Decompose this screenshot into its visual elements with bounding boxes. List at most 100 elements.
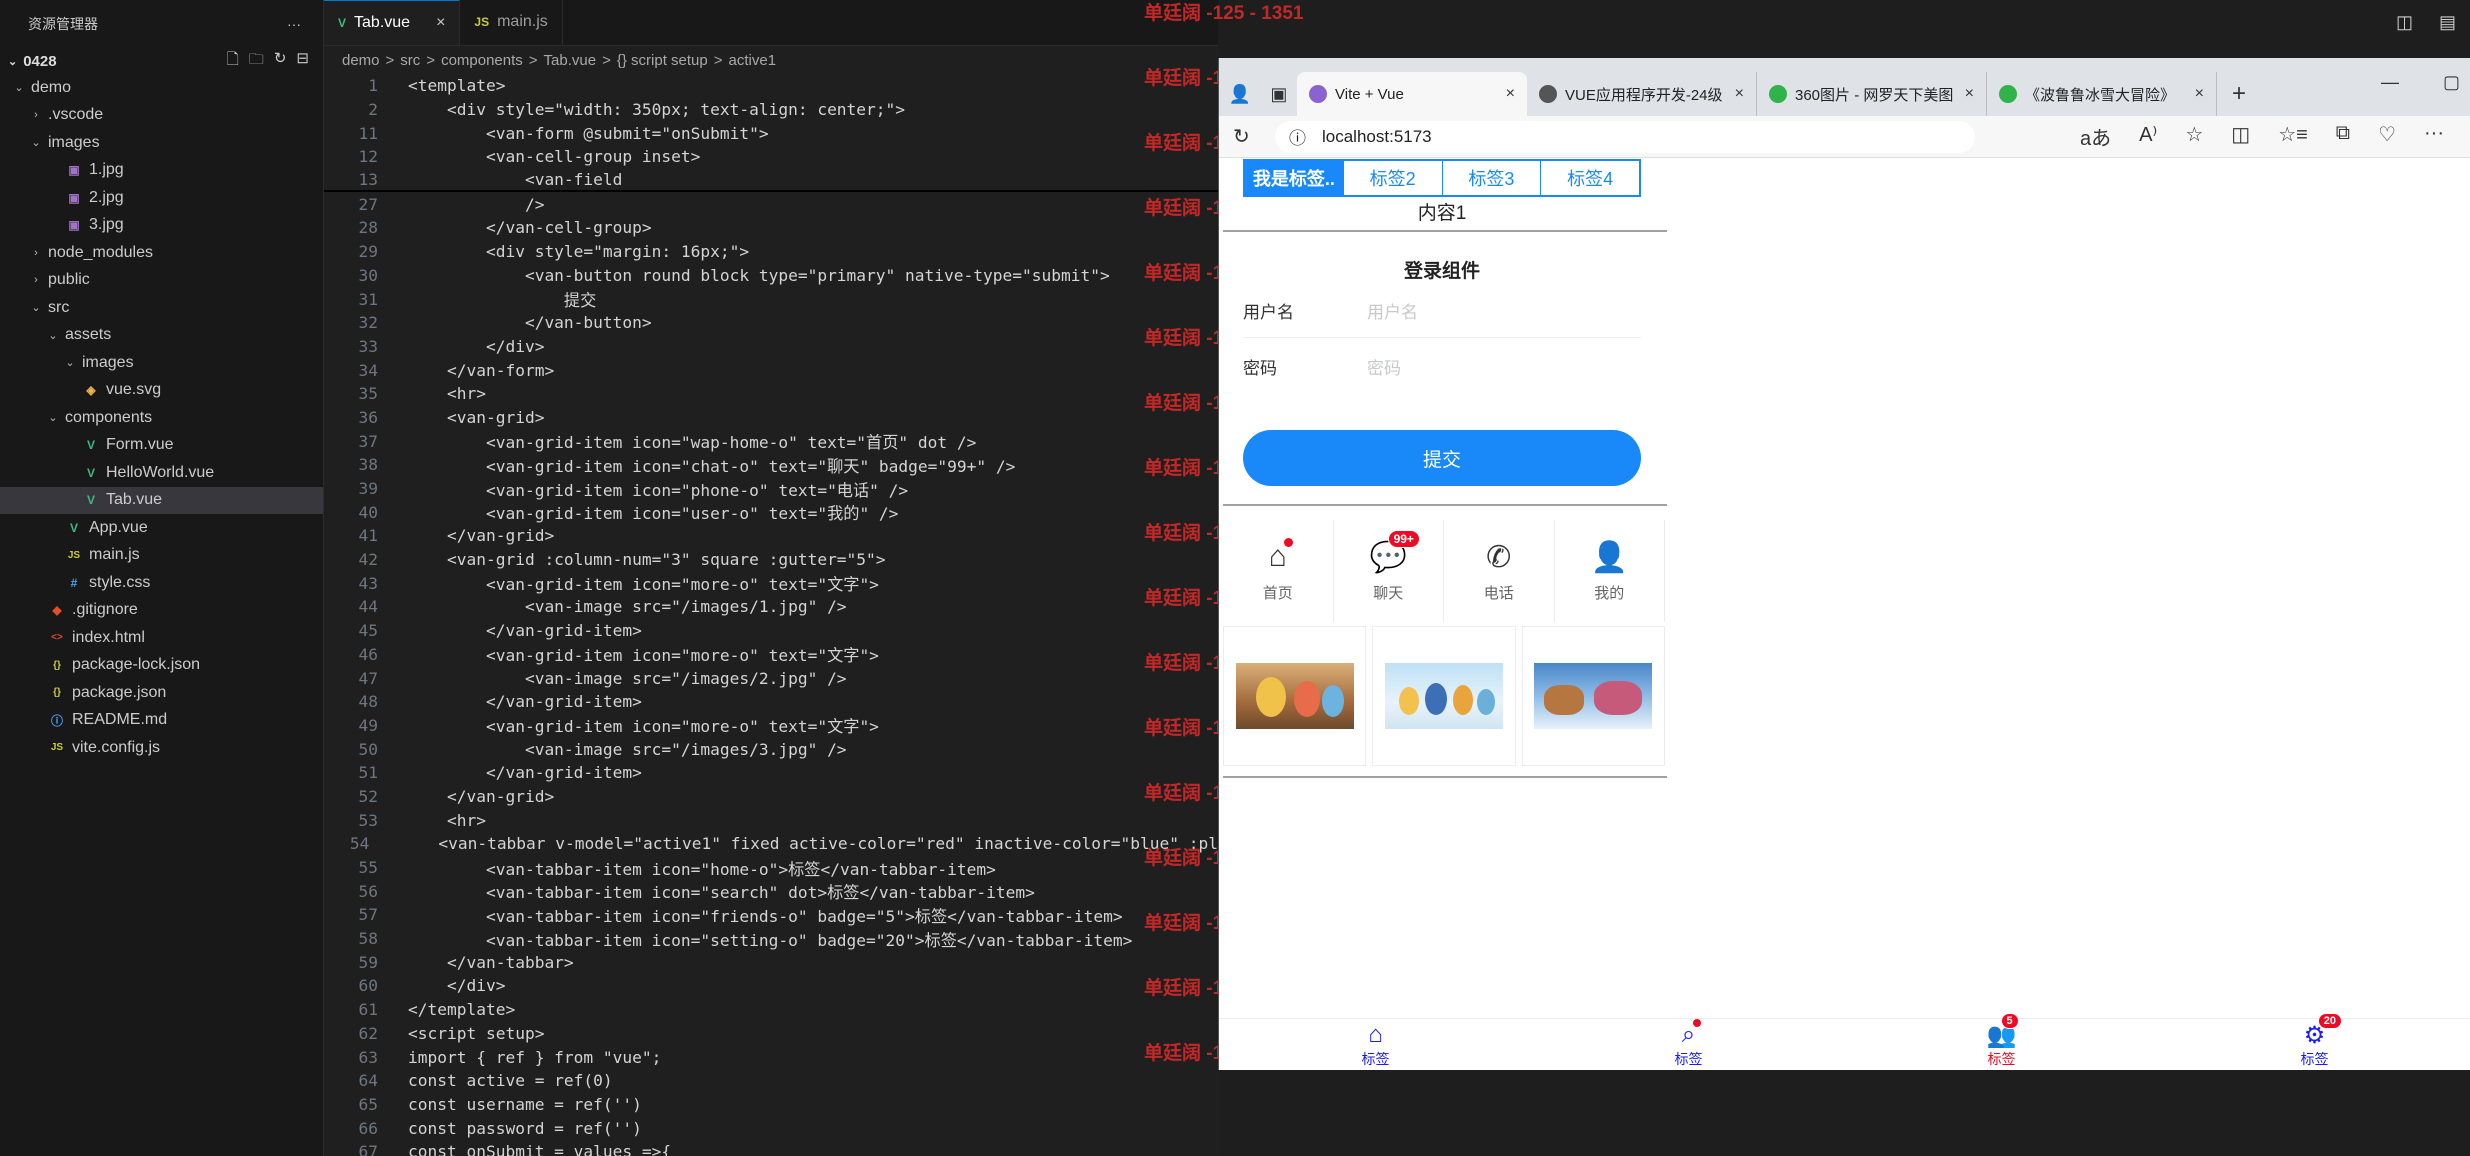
breadcrumb-item[interactable]: Tab.vue: [544, 52, 597, 69]
collapse-all-icon[interactable]: ⊟: [296, 49, 309, 74]
tree-item[interactable]: V App.vue: [0, 514, 323, 542]
tabbar-label: 标签: [2300, 1050, 2329, 1067]
browser-window: 👤 ▣ Vite + Vue × VUE应用程序开发-24级 × 360图片 - 网罗天…: [1218, 58, 2470, 1070]
tree-item[interactable]: V Form.vue: [0, 432, 323, 460]
tabbar-item[interactable]: ⌂ 标签: [1219, 1019, 1532, 1070]
tree-item[interactable]: ⌄ assets: [0, 322, 323, 350]
tree-item[interactable]: # style.css: [0, 569, 323, 597]
editor-tab[interactable]: V Tab.vue ×: [324, 0, 461, 45]
username-input[interactable]: 用户名: [1367, 298, 1418, 323]
breadcrumb-item[interactable]: components: [441, 52, 523, 69]
code-line: 29 <div style="margin: 16px;">: [324, 240, 1218, 264]
tree-item[interactable]: ▣ 2.jpg: [0, 184, 323, 212]
close-tab-icon[interactable]: ×: [1506, 85, 1515, 103]
tree-item[interactable]: ⌄ images: [0, 349, 323, 377]
grid-item[interactable]: 💬 99+ 聊天: [1334, 520, 1444, 622]
submit-button[interactable]: 提交: [1243, 430, 1641, 486]
site-info-icon[interactable]: ⓘ: [1289, 124, 1306, 149]
grid-item[interactable]: 👤 我的: [1555, 520, 1665, 622]
browser-tab[interactable]: Vite + Vue ×: [1297, 72, 1527, 116]
tabbar-item[interactable]: ⚙ 20 标签: [2158, 1012, 2470, 1070]
code-area[interactable]: 1 <template> 2 <div style="width: 350px; t…: [324, 74, 1218, 1156]
close-tab-icon[interactable]: ×: [2195, 85, 2204, 103]
tree-item[interactable]: {} package-lock.json: [0, 652, 323, 680]
browser-tab[interactable]: 360图片 - 网罗天下美图 ×: [1757, 72, 1987, 116]
favicon-icon: [1309, 85, 1327, 103]
new-folder-icon[interactable]: 🗀: [249, 49, 264, 74]
tree-item[interactable]: V Tab.vue: [0, 486, 323, 514]
van-tab[interactable]: 标签4: [1540, 161, 1639, 195]
line-number: 13: [358, 170, 379, 190]
toolbar-icon[interactable]: ⧉: [2336, 122, 2350, 151]
tab-actions-icon[interactable]: ▣: [1270, 84, 1287, 105]
close-tab-icon[interactable]: ×: [1735, 85, 1744, 103]
breadcrumb-item[interactable]: demo: [342, 52, 380, 69]
breadcrumb-item[interactable]: active1: [729, 52, 777, 69]
line-text: <van-tabbar v-model="active1" fixed acti…: [399, 834, 1218, 854]
tree-item[interactable]: ⓘ README.md: [0, 707, 323, 735]
password-input[interactable]: 密码: [1367, 354, 1401, 379]
project-root[interactable]: ⌄ 0428 🗋 🗀 ↻ ⊟: [0, 48, 323, 74]
refresh-icon[interactable]: ↻: [274, 49, 287, 74]
breadcrumb-separator: >: [426, 51, 436, 69]
tree-item[interactable]: › .vscode: [0, 102, 323, 130]
password-field[interactable]: 密码 密码: [1243, 339, 1641, 393]
tree-item[interactable]: ⌄ images: [0, 129, 323, 157]
toolbar-icon[interactable]: ☆≡: [2278, 122, 2308, 151]
new-file-icon[interactable]: 🗋: [227, 49, 239, 74]
username-field[interactable]: 用户名 用户名: [1243, 284, 1641, 338]
tree-item[interactable]: ⌄ src: [0, 294, 323, 322]
grid-item-image-3[interactable]: [1521, 626, 1665, 766]
tree-item[interactable]: ◆ .gitignore: [0, 597, 323, 625]
tree-item[interactable]: JS vite.config.js: [0, 734, 323, 762]
toolbar-icon[interactable]: aあ: [2080, 122, 2111, 151]
tree-item[interactable]: ◈ vue.svg: [0, 377, 323, 405]
more-layout-icon[interactable]: ▤: [2439, 12, 2456, 33]
split-layout-icon[interactable]: ◫: [2396, 12, 2413, 33]
van-tab[interactable]: 标签3: [1441, 161, 1541, 195]
browser-tab[interactable]: 《波鲁鲁冰雪大冒险》 ×: [1987, 72, 2217, 116]
van-tab[interactable]: 标签2: [1342, 161, 1442, 195]
tree-item[interactable]: › public: [0, 267, 323, 295]
breadcrumb-item[interactable]: {} script setup: [617, 52, 708, 69]
grid-item-image-1[interactable]: [1223, 626, 1367, 766]
grid-item[interactable]: ✆ 电话: [1444, 520, 1555, 622]
close-tab-icon[interactable]: ×: [1965, 85, 1974, 103]
grid-item[interactable]: ⌂ 首页: [1223, 520, 1334, 622]
tabbar-item[interactable]: 👥 5 标签: [1845, 1012, 2158, 1070]
grid-item-image-2[interactable]: [1372, 626, 1516, 766]
toolbar-icon[interactable]: ◫: [2231, 122, 2250, 151]
tree-item[interactable]: ⌄ components: [0, 404, 323, 432]
tree-item[interactable]: ⌄ demo: [0, 74, 323, 102]
toolbar-icon[interactable]: ♡: [2378, 122, 2396, 151]
editor-tab[interactable]: JS main.js: [460, 0, 563, 45]
tree-item[interactable]: JS main.js: [0, 542, 323, 570]
vue-file-icon: V: [86, 493, 95, 508]
tree-item[interactable]: <> index.html: [0, 624, 323, 652]
toolbar-icon[interactable]: ···: [2424, 122, 2444, 151]
van-tab[interactable]: 我是标签..: [1245, 161, 1343, 195]
minimize-button[interactable]: —: [2381, 72, 2399, 93]
tree-item[interactable]: ▣ 3.jpg: [0, 212, 323, 240]
tree-item[interactable]: {} package.json: [0, 679, 323, 707]
address-bar[interactable]: ⓘ localhost:5173: [1275, 120, 1975, 153]
tree-item[interactable]: V HelloWorld.vue: [0, 459, 323, 487]
close-icon[interactable]: ×: [436, 14, 445, 32]
maximize-button[interactable]: ▢: [2443, 72, 2460, 93]
more-actions-icon[interactable]: ···: [287, 16, 301, 32]
tree-item[interactable]: › node_modules: [0, 239, 323, 267]
new-tab-button[interactable]: +: [2217, 72, 2261, 116]
browser-tab[interactable]: VUE应用程序开发-24级 ×: [1527, 72, 1757, 116]
tree-item-label: .vscode: [48, 106, 104, 124]
tree-item[interactable]: ▣ 1.jpg: [0, 157, 323, 185]
tabbar-item[interactable]: ⌕ 标签: [1532, 1018, 1845, 1070]
breadcrumb-item[interactable]: src: [400, 52, 420, 69]
toolbar-icon[interactable]: A⁾: [2139, 122, 2157, 151]
profile-icon[interactable]: 👤: [1229, 84, 1251, 105]
js-file-icon: JS: [50, 742, 64, 754]
browser-tab-label: 《波鲁鲁冰雪大冒险》: [2025, 86, 2176, 104]
line-text: <van-button round block type="primary" n…: [408, 265, 1110, 285]
grid-icon: 💬 99+: [1370, 529, 1420, 574]
toolbar-icon[interactable]: ☆: [2185, 122, 2203, 151]
refresh-icon[interactable]: ↻: [1233, 124, 1261, 149]
